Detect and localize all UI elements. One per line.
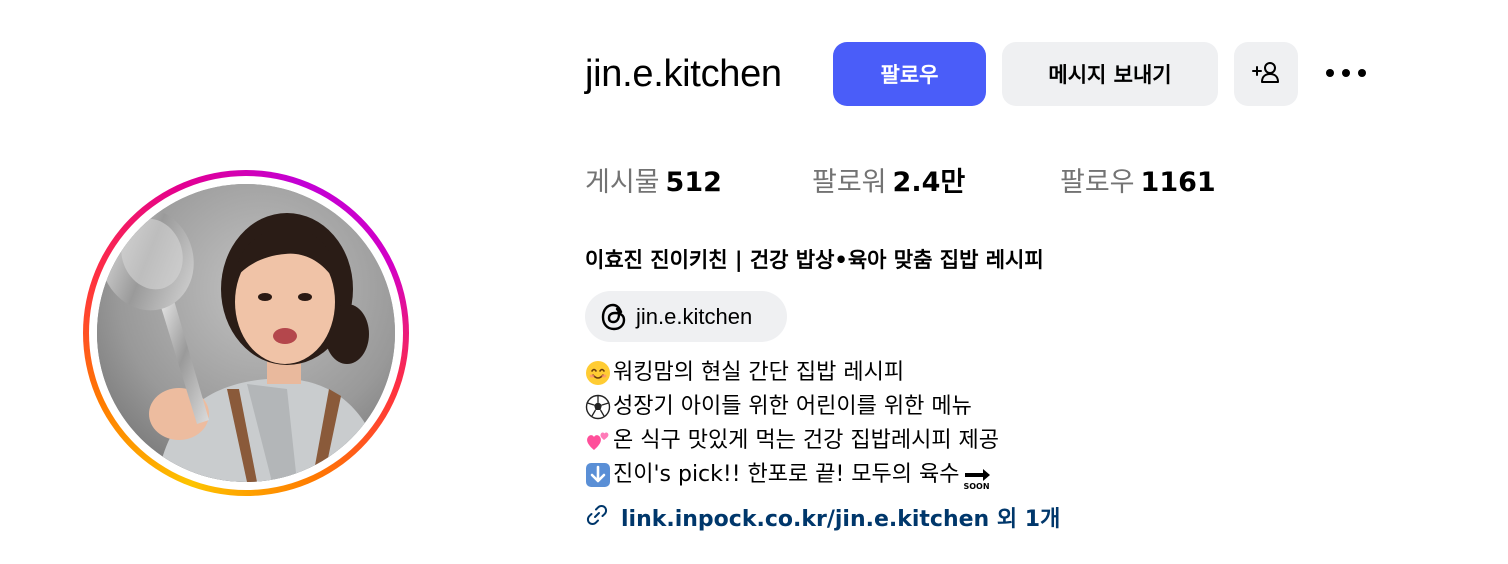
bio-line-text: 워킹맘의 현실 간단 집밥 레시피 — [613, 360, 905, 385]
external-link-text: link.inpock.co.kr/jin.e.kitchen 외 1개 — [621, 507, 1061, 532]
followers-value: 2.4만 — [892, 167, 966, 198]
profile-username: jin.e.kitchen — [585, 53, 782, 95]
profile-avatar-ring[interactable] — [83, 170, 409, 496]
soon-arrow-emoji: SOON — [962, 463, 992, 491]
more-options-icon — [1324, 65, 1368, 83]
avatar-gap — [89, 176, 403, 490]
posts-label: 게시물 — [585, 167, 660, 198]
following-count[interactable]: 팔로우 1161 — [1060, 166, 1216, 200]
posts-count: 게시물 512 — [585, 166, 722, 200]
link-icon — [585, 503, 609, 532]
posts-value: 512 — [665, 167, 722, 198]
threads-icon — [599, 302, 629, 332]
bio-line-text: 온 식구 맛있게 먹는 건강 집밥레시피 제공 — [613, 428, 1000, 453]
suggest-users-button[interactable] — [1234, 42, 1298, 106]
followers-label: 팔로워 — [812, 167, 887, 198]
soon-badge-text: SOON — [963, 482, 990, 491]
following-value: 1161 — [1140, 167, 1216, 198]
avatar-illustration — [97, 184, 395, 482]
external-link[interactable]: link.inpock.co.kr/jin.e.kitchen 외 1개 — [585, 500, 1060, 534]
following-label: 팔로우 — [1060, 167, 1135, 198]
soon-arrow-icon — [964, 469, 990, 481]
bio-line-text: 진이's pick!! 한포로 끝! 모두의 육수 — [613, 462, 960, 487]
avatar[interactable] — [97, 184, 395, 482]
bio-text: 워킹맘의 현실 간단 집밥 레시피 성장기 아이들 위한 어린이를 위한 메뉴 … — [585, 356, 999, 492]
more-options-button[interactable] — [1314, 58, 1378, 90]
down-arrow-emoji — [585, 462, 611, 488]
send-message-button[interactable]: 메시지 보내기 — [1002, 42, 1218, 106]
soccer-ball-emoji — [585, 394, 611, 420]
two-hearts-emoji — [585, 428, 611, 454]
threads-link[interactable]: jin.e.kitchen — [585, 291, 787, 342]
bio-line: 진이's pick!! 한포로 끝! 모두의 육수 SOON — [585, 458, 999, 492]
followers-count[interactable]: 팔로워 2.4만 — [812, 166, 965, 200]
bio-line: 온 식구 맛있게 먹는 건강 집밥레시피 제공 — [585, 424, 999, 458]
bio-line: 성장기 아이들 위한 어린이를 위한 메뉴 — [585, 390, 999, 424]
profile-full-name: 이효진 진이키친 | 건강 밥상•육아 맞춤 집밥 레시피 — [585, 248, 1044, 272]
bio-line: 워킹맘의 현실 간단 집밥 레시피 — [585, 356, 999, 390]
threads-handle: jin.e.kitchen — [636, 303, 753, 329]
bio-line-text: 성장기 아이들 위한 어린이를 위한 메뉴 — [613, 394, 972, 419]
follow-button[interactable]: 팔로우 — [833, 42, 986, 106]
add-user-icon — [1251, 60, 1281, 89]
smiling-face-emoji — [585, 360, 611, 386]
